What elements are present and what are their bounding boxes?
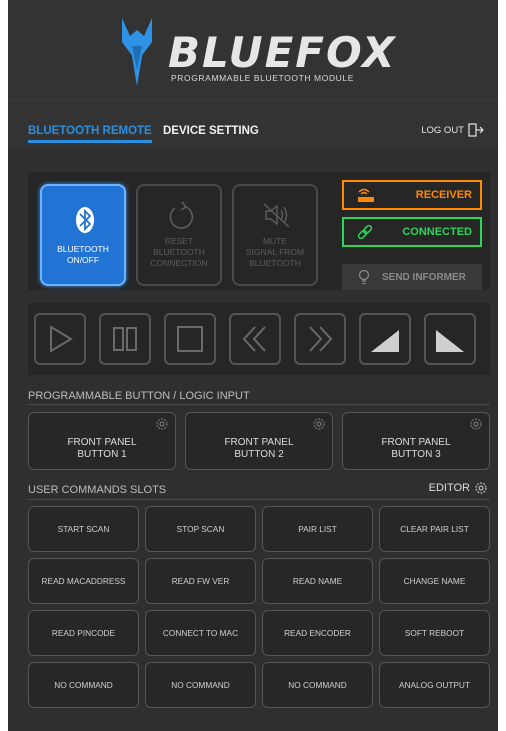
command-slot-button[interactable]: READ NAME (262, 558, 373, 604)
rewind-icon (242, 326, 266, 352)
front-panel-button-label-line2: BUTTON 2 (234, 449, 284, 460)
gear-icon[interactable] (312, 417, 326, 431)
front-panel-button-label-line1: FRONT PANEL (224, 437, 294, 448)
router-icon (358, 188, 374, 202)
programmable-section-title: PROGRAMMABLE BUTTON / LOGIC INPUT (28, 390, 250, 402)
connected-status-badge: CONNECTED (342, 217, 482, 247)
rewind-button[interactable] (229, 313, 281, 365)
user-commands-section-title: USER COMMANDS SLOTS (28, 484, 167, 496)
command-slot-button[interactable]: STOP SCAN (145, 506, 256, 552)
front-panel-button-1[interactable]: FRONT PANEL BUTTON 1 (28, 412, 176, 470)
section-divider (28, 499, 490, 500)
volume-down-icon (436, 330, 464, 352)
fast-forward-icon (309, 326, 333, 352)
front-panel-button-label-line1: FRONT PANEL (67, 437, 137, 448)
bluetooth-label-2: ON/OFF (66, 255, 100, 265)
pause-button[interactable] (99, 313, 151, 365)
command-slot-button[interactable]: NO COMMAND (145, 662, 256, 708)
command-slot-button[interactable]: SOFT REBOOT (379, 610, 490, 656)
command-slot-button[interactable]: READ PINCODE (28, 610, 139, 656)
volume-up-icon (371, 330, 399, 352)
command-slot-button[interactable]: NO COMMAND (262, 662, 373, 708)
mute-label-1: MUTE (262, 236, 288, 246)
top-nav: BLUETOOTH REMOTE DEVICE SETTING LOG OUT (8, 100, 498, 148)
pause-icon (113, 327, 137, 351)
command-slot-button[interactable]: ANALOG OUTPUT (379, 662, 490, 708)
receiver-label: RECEIVER (415, 189, 472, 201)
volume-down-button[interactable] (424, 313, 476, 365)
section-divider (28, 404, 490, 405)
gear-icon[interactable] (469, 417, 483, 431)
fast-forward-button[interactable] (294, 313, 346, 365)
bluetooth-toggle-button[interactable]: BLUETOOTH ON/OFF (40, 184, 126, 286)
lightbulb-icon (358, 269, 370, 285)
brand-subtitle: PROGRAMMABLE BLUETOOTH MODULE (171, 73, 355, 83)
receiver-status-badge: RECEIVER (342, 180, 482, 210)
header: BLUEFOX PROGRAMMABLE BLUETOOTH MODULE (8, 0, 498, 100)
command-slot-button[interactable]: CHANGE NAME (379, 558, 490, 604)
mute-label-3: BLUETOOTH (249, 258, 301, 268)
volume-up-button[interactable] (359, 313, 411, 365)
reset-label-3: CONNECTION (150, 258, 208, 268)
bluetooth-icon (76, 207, 94, 233)
fox-logo-icon (122, 18, 152, 86)
reset-connection-button[interactable]: RESET BLUETOOTH CONNECTION (136, 184, 222, 286)
command-slot-button[interactable]: CONNECT TO MAC (145, 610, 256, 656)
front-panel-button-2[interactable]: FRONT PANEL BUTTON 2 (185, 412, 333, 470)
brand-name: BLUEFOX (168, 28, 397, 77)
mute-icon (263, 203, 290, 228)
logout-icon (468, 123, 484, 137)
logout-button[interactable]: LOG OUT (421, 123, 484, 137)
front-panel-button-label-line2: BUTTON 3 (391, 449, 441, 460)
app-window: BLUEFOX PROGRAMMABLE BLUETOOTH MODULE BL… (8, 0, 498, 731)
tab-device-setting[interactable]: DEVICE SETTING (163, 125, 259, 137)
reset-label-2: BLUETOOTH (153, 247, 205, 257)
front-panel-button-label-line1: FRONT PANEL (381, 437, 451, 448)
mute-signal-button[interactable]: MUTE SIGNAL FROM BLUETOOTH (232, 184, 318, 286)
play-icon (50, 325, 73, 353)
stop-icon (177, 326, 203, 352)
command-slot-button[interactable]: CLEAR PAIR LIST (379, 506, 490, 552)
front-panel-button-label-line2: BUTTON 1 (77, 449, 127, 460)
command-slot-button[interactable]: START SCAN (28, 506, 139, 552)
command-slot-button[interactable]: PAIR LIST (262, 506, 373, 552)
tab-bluetooth-remote[interactable]: BLUETOOTH REMOTE (28, 125, 152, 143)
play-button[interactable] (34, 313, 86, 365)
connected-label: CONNECTED (402, 226, 472, 238)
stop-button[interactable] (164, 313, 216, 365)
editor-label: EDITOR (428, 482, 470, 494)
command-slot-button[interactable]: READ MACADDRESS (28, 558, 139, 604)
mute-label-2: SIGNAL FROM (245, 247, 305, 257)
bluetooth-label-1: BLUETOOTH (57, 244, 109, 254)
command-slot-button[interactable]: READ FW VER (145, 558, 256, 604)
bluetooth-controls-panel: BLUETOOTH ON/OFF RESET BLUETOOTH CONNECT… (28, 172, 334, 290)
command-slot-button[interactable]: NO COMMAND (28, 662, 139, 708)
reset-label-1: RESET (164, 236, 194, 246)
send-informer-button[interactable]: SEND INFORMER (342, 264, 482, 290)
gear-icon[interactable] (155, 417, 169, 431)
link-icon (357, 224, 373, 240)
editor-button[interactable]: EDITOR (429, 481, 488, 495)
command-slot-button[interactable]: READ ENCODER (262, 610, 373, 656)
logout-label: LOG OUT (421, 124, 464, 136)
send-informer-label: SEND INFORMER (382, 271, 466, 283)
gear-icon (475, 482, 487, 494)
front-panel-button-3[interactable]: FRONT PANEL BUTTON 3 (342, 412, 490, 470)
reset-icon (169, 201, 194, 229)
